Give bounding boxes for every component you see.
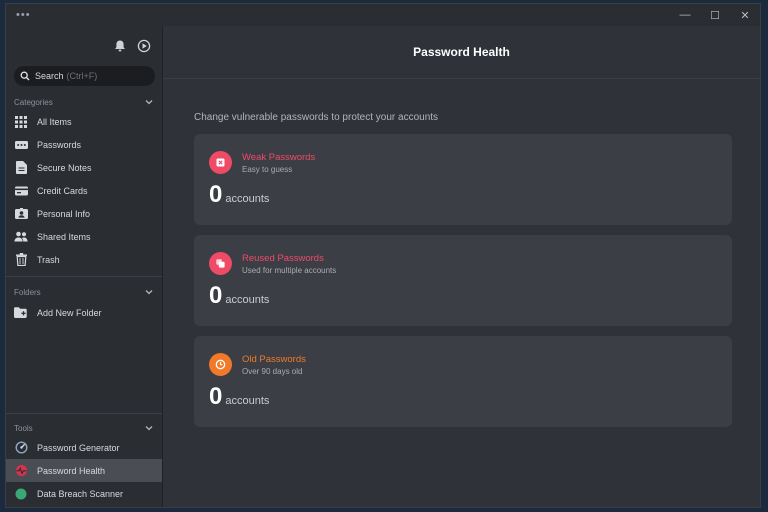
grid-icon [14,115,28,129]
categories-header[interactable]: Categories [14,97,154,107]
card-description: Used for multiple accounts [242,266,337,275]
window-controls: — ☐ ✕ [670,4,760,26]
credit-card-icon [14,184,28,198]
sidebar-item-personal-info[interactable]: Personal Info [6,202,162,225]
add-new-folder-button[interactable]: Add New Folder [6,301,162,324]
categories-label: Categories [14,97,53,107]
account-count: 0 accounts [209,183,269,207]
generator-icon [14,441,28,455]
sidebar-item-shared-items[interactable]: Shared Items [6,225,162,248]
search-label: Search [35,71,64,81]
chevron-down-icon[interactable] [144,287,154,297]
reused-passwords-card[interactable]: Reused Passwords Used for multiple accou… [194,235,732,326]
count-value: 0 [209,181,223,208]
sidebar-item-password-generator[interactable]: Password Generator [6,436,162,459]
count-value: 0 [209,282,223,309]
search-input[interactable]: Search (Ctrl+F) [14,66,155,86]
sidebar-item-secure-notes[interactable]: Secure Notes [6,156,162,179]
sidebar-divider [6,276,162,277]
card-description: Easy to guess [242,165,293,174]
count-unit: accounts [225,193,270,205]
add-folder-label: Add New Folder [37,307,102,318]
card-title: Weak Passwords [242,152,316,163]
breach-scanner-icon [14,487,28,501]
sidebar: Search (Ctrl+F) Categories All Items Pas… [6,26,163,507]
count-unit: accounts [225,395,270,407]
sidebar-divider [6,413,162,414]
folders-label: Folders [14,287,41,297]
account-count: 0 accounts [209,284,269,308]
sidebar-item-label: Personal Info [37,208,91,219]
sidebar-item-label: Secure Notes [37,162,92,173]
sidebar-item-trash[interactable]: Trash [6,248,162,271]
folders-header[interactable]: Folders [14,287,154,297]
sidebar-top-actions [112,38,152,54]
sidebar-item-label: Trash [37,254,60,265]
health-icon [14,464,28,478]
card-title: Old Passwords [242,354,306,365]
sidebar-item-label: Shared Items [37,231,91,242]
tools-label: Tools [14,423,33,433]
minimize-button[interactable]: — [670,4,700,26]
sidebar-item-label: Passwords [37,139,82,150]
bell-icon[interactable] [112,38,128,54]
password-icon [14,138,28,152]
folder-add-icon [14,306,28,320]
search-shortcut-hint: (Ctrl+F) [66,71,98,81]
maximize-button[interactable]: ☐ [700,4,730,26]
trash-icon [14,253,28,267]
app-window: ••• — ☐ ✕ Search (Ctrl+F) Categories All… [5,3,761,508]
page-subtitle: Change vulnerable passwords to protect y… [194,112,439,123]
sidebar-item-credit-cards[interactable]: Credit Cards [6,179,162,202]
sidebar-item-passwords[interactable]: Passwords [6,133,162,156]
sidebar-item-all-items[interactable]: All Items [6,110,162,133]
main-content: Password Health Change vulnerable passwo… [163,26,760,507]
sidebar-item-label: Credit Cards [37,185,88,196]
sidebar-item-data-breach-scanner[interactable]: Data Breach Scanner [6,482,162,505]
shared-users-icon [14,230,28,244]
sidebar-item-label: Password Health [37,465,106,476]
weak-passwords-card[interactable]: Weak Passwords Easy to guess 0 accounts [194,134,732,225]
tools-header[interactable]: Tools [14,423,154,433]
card-title: Reused Passwords [242,253,324,264]
title-bar: ••• — ☐ ✕ [6,4,760,26]
count-value: 0 [209,383,223,410]
note-icon [14,161,28,175]
card-description: Over 90 days old [242,367,303,376]
reused-password-icon [209,252,232,275]
sidebar-item-label: Data Breach Scanner [37,488,124,499]
chevron-down-icon[interactable] [144,97,154,107]
sidebar-item-password-health[interactable]: Password Health [6,459,162,482]
page-title: Password Health [413,45,510,59]
chevron-down-icon[interactable] [144,423,154,433]
id-card-icon [14,207,28,221]
clock-icon [209,353,232,376]
count-unit: accounts [225,294,270,306]
sync-icon[interactable] [136,38,152,54]
main-header: Password Health [163,26,760,79]
old-passwords-card[interactable]: Old Passwords Over 90 days old 0 account… [194,336,732,427]
sidebar-item-label: All Items [37,116,72,127]
window-menu-button[interactable]: ••• [16,9,31,21]
weak-password-icon [209,151,232,174]
sidebar-item-label: Password Generator [37,442,120,453]
close-button[interactable]: ✕ [730,4,760,26]
search-icon [20,71,30,81]
account-count: 0 accounts [209,385,269,409]
